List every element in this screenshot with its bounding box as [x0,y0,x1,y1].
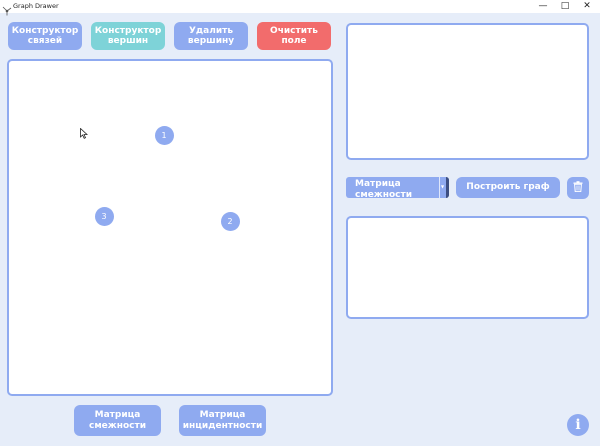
select-scrollbar [446,177,449,198]
graph-canvas[interactable] [7,59,333,396]
app-icon [2,1,12,16]
clear-field-button[interactable]: Очистить поле [257,22,331,50]
matrix-input-panel[interactable] [346,23,589,160]
minimize-icon: — [538,1,548,11]
edge-constructor-button[interactable]: Конструктор связей [8,22,82,50]
mouse-cursor-icon [80,124,89,143]
info-button[interactable]: i [567,414,589,436]
chevron-down-icon: ▼ [439,177,445,198]
adjacency-matrix-button[interactable]: Матрица смежности [74,405,161,436]
matrix-type-select[interactable]: Матрица смежности ▼ [346,177,449,200]
build-graph-button[interactable]: Построить граф [456,177,560,198]
window-title: Graph Drawer [13,2,59,10]
minimize-button[interactable]: — [532,0,554,13]
delete-button[interactable] [567,177,589,199]
maximize-button[interactable]: □ [554,0,576,13]
vertex-1[interactable]: 1 [154,125,174,145]
incidence-matrix-button[interactable]: Матрица инцидентности [179,405,266,436]
vertex-2[interactable]: 2 [220,211,240,231]
close-icon: ✕ [583,1,591,11]
info-icon: i [575,417,581,433]
matrix-output-panel [346,216,589,319]
vertex-3[interactable]: 3 [94,206,114,226]
title-bar: Graph Drawer — □ ✕ [0,0,600,16]
vertex-constructor-button[interactable]: Конструктор вершин [91,22,165,50]
close-button[interactable]: ✕ [576,0,598,13]
maximize-icon: □ [560,1,570,11]
trash-icon [573,180,583,196]
matrix-type-selected: Матрица смежности [355,179,413,200]
delete-vertex-button[interactable]: Удалить вершину [174,22,248,50]
